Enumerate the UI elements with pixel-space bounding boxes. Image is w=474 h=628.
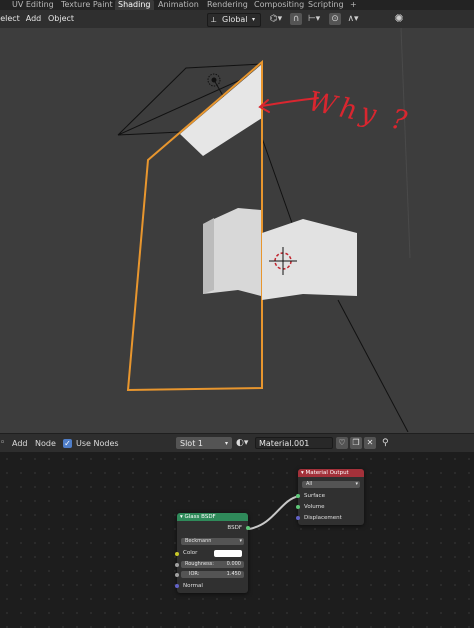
pivot-point-icon[interactable]: ⌬▾ [265, 13, 287, 25]
target-dropdown[interactable]: All ▾ [302, 481, 360, 488]
node-editor-canvas[interactable]: ▾ Material Output All ▾ Surface Volume D… [0, 452, 474, 628]
transform-orientation-dropdown[interactable]: ⟂ Global ▾ [207, 13, 261, 27]
snap-target-icon[interactable]: ⊢▾ [304, 13, 324, 25]
material-browse-icon[interactable]: ◐▾ [236, 437, 252, 450]
right-screen-mesh[interactable] [262, 219, 357, 300]
roughness-field[interactable]: Roughness: 0.000 [181, 561, 244, 568]
slot-dropdown[interactable]: Slot 1 ▾ [176, 437, 232, 449]
material-name-field[interactable]: Material.001 [255, 437, 333, 449]
tab-shading[interactable]: Shading [115, 0, 154, 10]
glass-plane-mesh[interactable] [180, 64, 262, 156]
snap-magnet-icon[interactable]: ∩ [290, 13, 302, 25]
displacement-input: Displacement [304, 515, 342, 521]
ior-field[interactable]: IOR: 1.450 [181, 571, 244, 578]
sun-light-line [400, 28, 411, 259]
tab-animation[interactable]: Animation [158, 0, 199, 10]
chevron-down-icon: ▾ [239, 538, 242, 544]
chevron-down-icon: ▾ [355, 481, 358, 487]
select-menu[interactable]: elect [0, 13, 20, 25]
add-menu[interactable]: Add [24, 13, 43, 25]
tab-rendering[interactable]: Rendering [207, 0, 248, 10]
slot-label: Slot 1 [180, 439, 203, 448]
chevron-down-icon: ▾ [252, 16, 256, 23]
displacement-socket[interactable] [296, 516, 300, 520]
transform-orientation-label: Global [222, 15, 248, 24]
distribution-dropdown[interactable]: Beckmann ▾ [181, 538, 244, 545]
volume-socket[interactable] [296, 505, 300, 509]
tab-compositing[interactable]: Compositing [254, 0, 304, 10]
color-swatch[interactable] [214, 550, 242, 557]
viewport-header: elect Add Object ⟂ Global ▾ ⌬▾ ∩ ⊢▾ ⊙ ∧▾… [0, 10, 474, 28]
ior-socket[interactable] [175, 573, 179, 577]
fake-user-shield-icon[interactable]: ♡ [336, 437, 348, 449]
add-workspace-button[interactable]: + [350, 0, 357, 10]
volume-input: Volume [304, 504, 325, 510]
pin-icon[interactable]: ⚲ [382, 437, 389, 450]
duplicate-material-icon[interactable]: ❐ [350, 437, 362, 449]
add-menu[interactable]: Add [12, 437, 28, 450]
workspace-tabs: UV Editing Texture Paint Shading Animati… [0, 0, 474, 10]
tab-scripting[interactable]: Scripting [308, 0, 344, 10]
tab-uv-editing[interactable]: UV Editing [12, 0, 54, 10]
normal-input: Normal [183, 583, 203, 589]
node-editor-header: ◦ Add Node ✓ Use Nodes Slot 1 ▾ ◐▾ Mater… [0, 433, 474, 453]
orientation-axes-icon: ⟂ [211, 15, 217, 24]
proportional-editing-icon[interactable]: ⊙ [329, 13, 341, 25]
surface-input: Surface [304, 493, 325, 499]
use-nodes-label: Use Nodes [76, 439, 119, 448]
glass-bsdf-node[interactable]: ▾ Glass BSDF BSDF Beckmann ▾ Color Rough… [177, 513, 248, 593]
normal-socket[interactable] [175, 584, 179, 588]
chevron-down-icon: ▾ [224, 440, 228, 447]
tab-texture-paint[interactable]: Texture Paint [61, 0, 113, 10]
use-nodes-checkbox[interactable]: ✓ [63, 439, 72, 448]
node-menu[interactable]: Node [35, 437, 56, 450]
object-relation-line [337, 299, 409, 432]
node-title: Glass BSDF [184, 514, 216, 520]
falloff-icon[interactable]: ∧▾ [343, 13, 363, 25]
editor-type-icon[interactable]: ◦ [0, 437, 9, 450]
object-relation-line [261, 137, 293, 224]
light-gizmo-icon: ✺ [394, 12, 404, 25]
color-socket[interactable] [175, 552, 179, 556]
bsdf-output: BSDF [227, 525, 242, 531]
roughness-socket[interactable] [175, 563, 179, 567]
node-title: Material Output [305, 470, 349, 476]
bsdf-output-socket[interactable] [246, 526, 250, 530]
3d-viewport[interactable]: Why ? [0, 28, 474, 432]
unlink-material-icon[interactable]: ✕ [364, 437, 376, 449]
object-menu[interactable]: Object [46, 13, 76, 25]
material-output-node[interactable]: ▾ Material Output All ▾ Surface Volume D… [298, 469, 364, 525]
surface-socket[interactable] [296, 494, 300, 498]
viewport-scene [117, 28, 411, 432]
color-label: Color [183, 550, 198, 556]
light-icon[interactable] [207, 73, 221, 87]
